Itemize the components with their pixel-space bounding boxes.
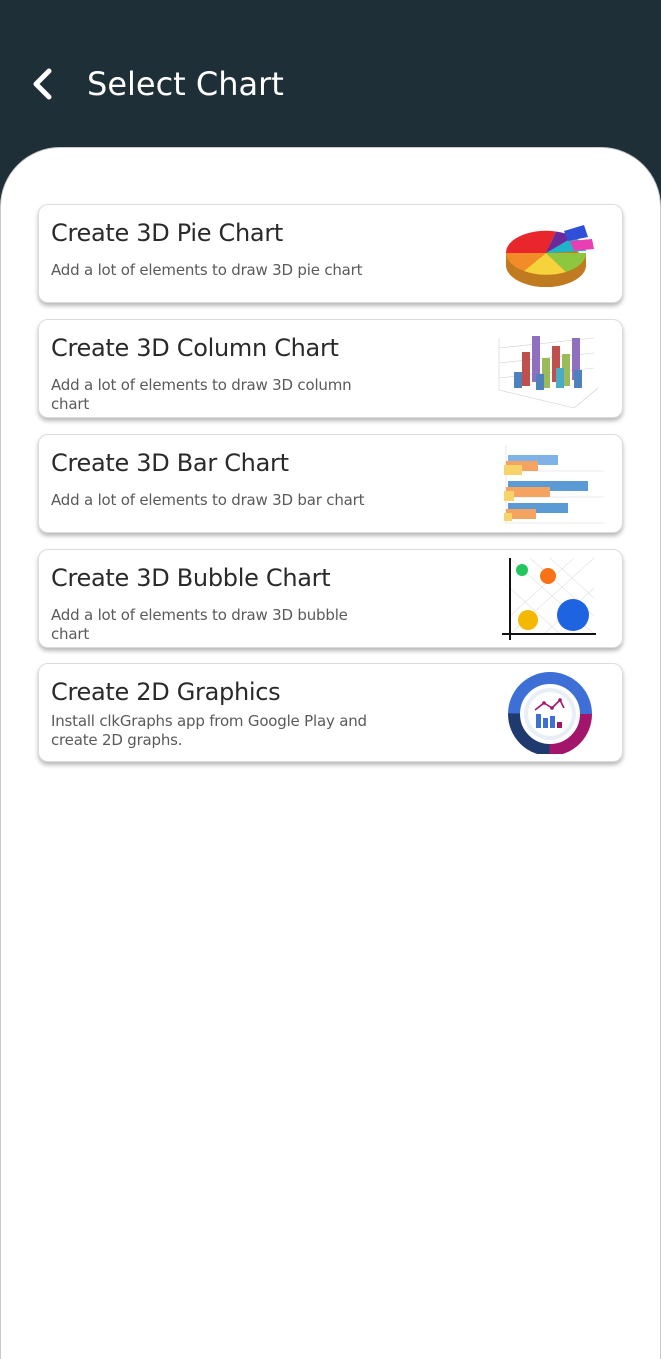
card-subtitle: Add a lot of elements to draw 3D bar cha…	[51, 491, 365, 509]
create-3d-bar-chart-card[interactable]: Create 3D Bar Chart Add a lot of element…	[38, 434, 623, 533]
card-title: Create 3D Pie Chart	[51, 219, 284, 247]
create-3d-pie-chart-card[interactable]: Create 3D Pie Chart Add a lot of element…	[38, 204, 623, 303]
3d-bubble-chart-thumbnail	[494, 558, 604, 640]
3d-column-chart-thumbnail	[494, 328, 604, 410]
card-title: Create 3D Bar Chart	[51, 449, 289, 477]
3d-pie-chart-thumbnail	[494, 213, 604, 295]
card-subtitle: Add a lot of elements to draw 3D bubble …	[51, 606, 348, 643]
card-subtitle: Add a lot of elements to draw 3D column …	[51, 376, 352, 413]
page-title: Select Chart	[87, 65, 284, 103]
back-button[interactable]	[22, 62, 62, 106]
app-bar: Select Chart	[0, 0, 661, 170]
create-3d-column-chart-card[interactable]: Create 3D Column Chart Add a lot of elem…	[38, 319, 623, 418]
card-title: Create 3D Bubble Chart	[51, 564, 331, 592]
create-3d-bubble-chart-card[interactable]: Create 3D Bubble Chart Add a lot of elem…	[38, 549, 623, 648]
card-subtitle: Install clkGraphs app from Google Play a…	[51, 712, 367, 749]
clkgraphs-app-logo	[494, 672, 604, 754]
card-subtitle: Add a lot of elements to draw 3D pie cha…	[51, 261, 363, 279]
card-title: Create 3D Column Chart	[51, 334, 339, 362]
create-2d-graphics-card[interactable]: Create 2D Graphics Install clkGraphs app…	[38, 663, 623, 762]
3d-bar-chart-thumbnail	[494, 443, 604, 525]
chevron-left-icon	[33, 68, 52, 100]
card-title: Create 2D Graphics	[51, 678, 281, 706]
